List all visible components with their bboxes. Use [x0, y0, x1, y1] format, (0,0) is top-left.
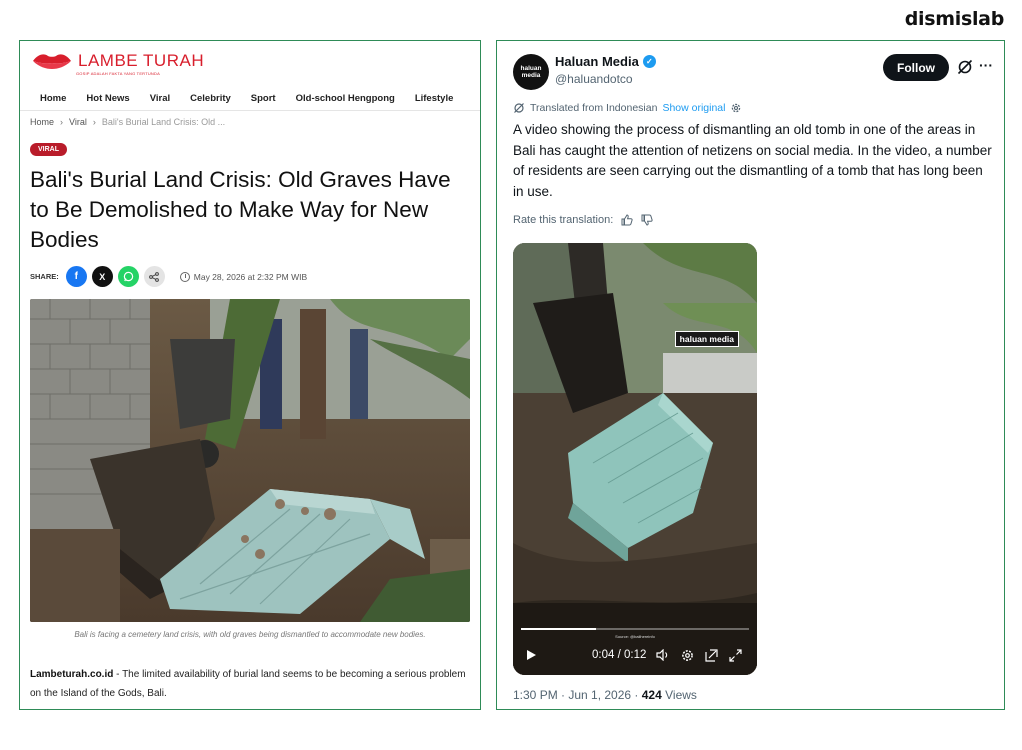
- article-body: Lambeturah.co.id - The limited availabil…: [30, 665, 475, 703]
- breadcrumb: Home › Viral › Bali's Burial Land Crisis…: [30, 117, 225, 127]
- thumbs-down-icon[interactable]: [641, 214, 653, 226]
- nav-lifestyle[interactable]: Lifestyle: [415, 93, 454, 104]
- site-tagline: GOSIP ADALAH FAKTA YANG TERTUNDA: [76, 71, 160, 76]
- user-handle[interactable]: @haluandotco: [555, 72, 633, 86]
- main-nav: Home Hot News Viral Celebrity Sport Old-…: [20, 87, 480, 111]
- nav-viral[interactable]: Viral: [150, 93, 170, 104]
- site-name: LAMBE TURAH: [78, 51, 205, 70]
- video-watermark: haluan media: [674, 331, 739, 347]
- translation-note: Translated from Indonesian Show original: [513, 102, 742, 114]
- photo-caption: Bali is facing a cemetery land crisis, w…: [74, 630, 426, 639]
- video-controls: 0:04 / 0:12: [523, 646, 747, 664]
- volume-icon[interactable]: [656, 648, 670, 662]
- video-current-time: 0:04: [592, 649, 615, 661]
- video-progress-fill: [521, 628, 597, 630]
- video-frame-image: [513, 243, 757, 675]
- article-panel: LAMBE TURAH GOSIP ADALAH FAKTA YANG TERT…: [19, 40, 481, 710]
- breadcrumb-viral[interactable]: Viral: [69, 117, 87, 127]
- publish-date: May 28, 2026 at 2:32 PM WIB: [179, 271, 308, 282]
- facebook-icon: f: [74, 271, 78, 282]
- views-count: 424: [641, 688, 662, 702]
- video-duration: 0:12: [624, 649, 647, 661]
- verified-badge-icon: ✓: [642, 55, 656, 68]
- article-photo[interactable]: [30, 299, 470, 622]
- video-source-text: Source: @balihereinfo: [615, 634, 655, 639]
- share-button[interactable]: [143, 266, 165, 287]
- share-label: SHARE:: [30, 272, 59, 281]
- grave-excavator-image: [30, 299, 470, 622]
- clock-icon: [179, 271, 190, 282]
- tweet-meta: 1:30 PM · Jun 1, 2026 · 424 Views: [513, 688, 697, 702]
- settings-gear-icon[interactable]: [680, 648, 694, 662]
- follow-button[interactable]: Follow: [883, 54, 949, 81]
- breadcrumb-home[interactable]: Home: [30, 117, 54, 127]
- display-name-text: Haluan Media: [555, 54, 639, 69]
- picture-in-picture-icon[interactable]: [704, 648, 718, 662]
- share-icon: [149, 271, 160, 282]
- x-share-button[interactable]: X: [91, 266, 113, 287]
- tweet-text: A video showing the process of dismantli…: [513, 122, 992, 199]
- fullscreen-icon[interactable]: [728, 648, 742, 662]
- thumbs-up-icon[interactable]: [621, 214, 633, 226]
- article-headline: Bali's Burial Land Crisis: Old Graves Ha…: [30, 167, 451, 252]
- avatar-text: haluan media: [520, 65, 542, 79]
- nav-old-school-hengpong[interactable]: Old-school Hengpong: [296, 93, 395, 104]
- nav-hot-news[interactable]: Hot News: [86, 93, 129, 104]
- translated-from-text: Translated from Indonesian: [530, 102, 658, 114]
- views-label: Views: [661, 688, 697, 702]
- video-time-separator: /: [617, 649, 621, 661]
- date-text: May 28, 2026 at 2:32 PM WIB: [193, 271, 308, 282]
- tweet-video[interactable]: haluan media Source: @balihereinfo 0:04 …: [513, 243, 757, 675]
- translate-icon: [514, 103, 524, 113]
- facebook-share-button[interactable]: f: [65, 266, 87, 287]
- nav-sport[interactable]: Sport: [251, 93, 276, 104]
- avatar[interactable]: haluan media: [513, 54, 549, 90]
- breadcrumb-current: Bali's Burial Land Crisis: Old ...: [101, 117, 226, 127]
- nav-home[interactable]: Home: [40, 93, 66, 104]
- body-source: Lambeturah.co.id: [30, 669, 114, 680]
- chevron-right-icon: ›: [60, 117, 64, 127]
- chevron-right-icon: ›: [92, 117, 96, 127]
- rate-label: Rate this translation:: [513, 214, 614, 226]
- video-progress-bar[interactable]: [521, 628, 749, 630]
- tweet-panel: haluan media Haluan Media ✓ @haluandotco…: [496, 40, 1005, 710]
- display-name[interactable]: Haluan Media ✓: [555, 54, 656, 69]
- brand-logo: dismislab: [904, 8, 1005, 30]
- play-icon[interactable]: [527, 650, 536, 660]
- lips-icon: [33, 54, 71, 69]
- show-original-link[interactable]: Show original: [662, 102, 725, 114]
- whatsapp-icon: [123, 271, 133, 282]
- video-time: 0:04 / 0:12: [592, 649, 646, 661]
- rate-translation: Rate this translation:: [513, 214, 653, 226]
- whatsapp-share-button[interactable]: [117, 266, 139, 287]
- nav-celebrity[interactable]: Celebrity: [190, 93, 231, 104]
- grok-icon[interactable]: [957, 59, 973, 75]
- site-logo[interactable]: LAMBE TURAH: [32, 51, 204, 71]
- tweet-timestamp[interactable]: 1:30 PM · Jun 1, 2026 ·: [513, 688, 642, 702]
- x-icon: X: [99, 271, 106, 282]
- more-options-icon[interactable]: ···: [979, 57, 993, 73]
- share-bar: SHARE: f X May 28, 2026 at 2:32 PM WIB: [30, 266, 307, 287]
- category-badge[interactable]: VIRAL: [30, 143, 67, 156]
- gear-icon[interactable]: [730, 102, 742, 114]
